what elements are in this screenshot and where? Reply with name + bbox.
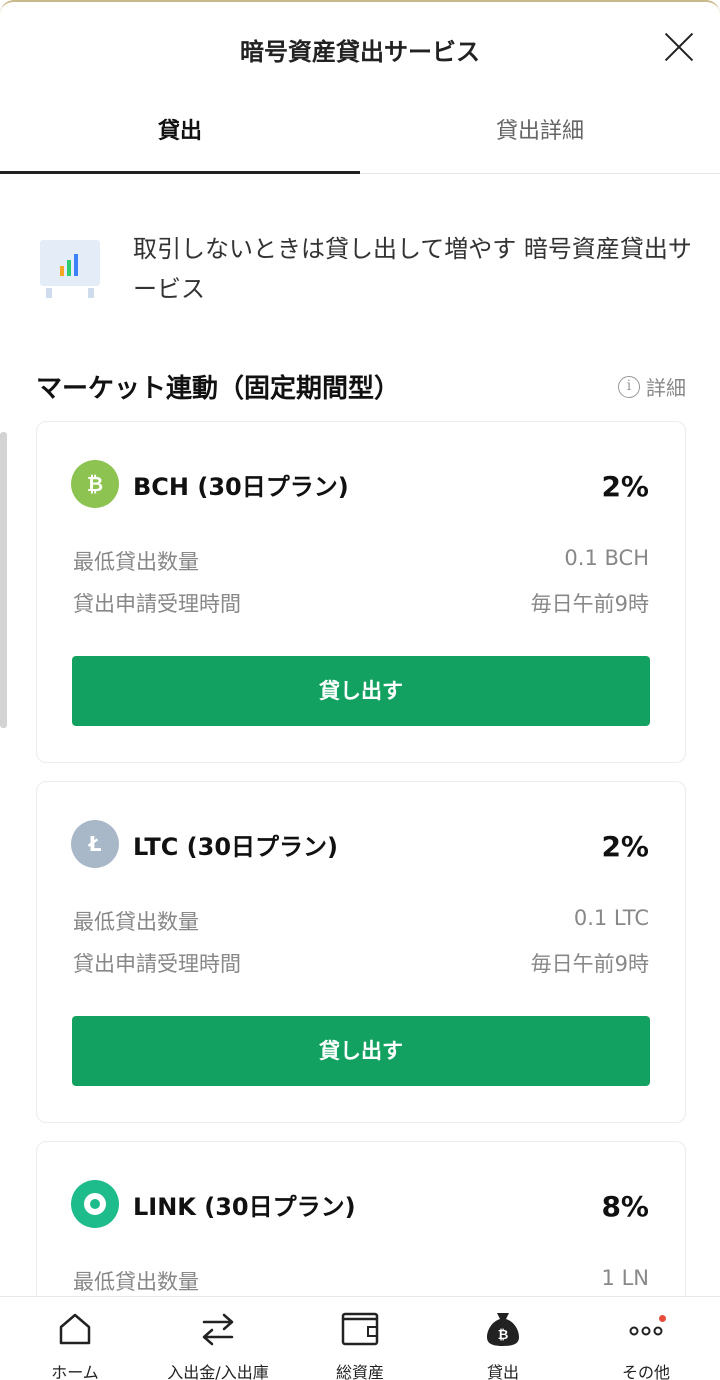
min-amount-label: 最低貸出数量	[73, 1270, 199, 1294]
lending-card-bch: ₿ BCH (30日プラン) 2% 最低貸出数量 0.1 BCH 貸出申請受理時…	[36, 421, 686, 763]
interest-rate: 2%	[601, 470, 649, 503]
plan-name: LTC (30日プラン)	[133, 832, 338, 861]
min-amount-value: 0.1 BCH	[564, 546, 649, 570]
detail-label: 詳細	[646, 376, 686, 400]
link-coin-icon	[71, 1180, 119, 1228]
wallet-icon	[288, 1305, 432, 1353]
min-amount-row: 最低貸出数量 1 LN	[73, 1266, 649, 1296]
page-title: 暗号資産貸出サービス	[240, 38, 480, 66]
accept-time-value: 毎日午前9時	[530, 952, 649, 976]
nav-label: 貸出	[486, 1363, 519, 1380]
min-amount-row: 最低貸出数量 0.1 LTC	[73, 906, 649, 936]
card-header: ₿ BCH (30日プラン)	[71, 460, 349, 508]
accept-time-label: 貸出申請受理時間	[73, 592, 241, 616]
svg-text:₿: ₿	[498, 1328, 509, 1343]
accept-time-value: 毎日午前9時	[530, 592, 649, 616]
nav-more[interactable]: その他	[574, 1305, 718, 1380]
coin-bag-icon: ₿	[431, 1305, 575, 1353]
accept-time-row: 貸出申請受理時間 毎日午前9時	[73, 588, 649, 618]
detail-link[interactable]: i 詳細	[618, 372, 686, 401]
min-amount-label: 最低貸出数量	[73, 910, 199, 934]
plan-name: BCH (30日プラン)	[133, 472, 349, 501]
min-amount-label: 最低貸出数量	[73, 550, 199, 574]
nav-label: その他	[621, 1363, 670, 1380]
nav-lending[interactable]: ₿ 貸出	[431, 1305, 575, 1380]
scrollbar[interactable]	[0, 432, 7, 728]
section-title: マーケット連動（固定期間型）	[36, 374, 401, 404]
card-header: LINK (30日プラン)	[71, 1180, 356, 1228]
promo-text: 取引しないときは貸し出して増やす 暗号資産貸出サービス	[133, 235, 692, 303]
card-header: Ł LTC (30日プラン)	[71, 820, 338, 868]
nav-label: 入出金/入出庫	[167, 1363, 269, 1380]
min-amount-value: 0.1 LTC	[573, 906, 649, 930]
nav-label: 総資産	[335, 1363, 384, 1380]
ring-icon	[84, 1193, 106, 1215]
interest-rate: 8%	[601, 1190, 649, 1223]
accept-time-label: 貸出申請受理時間	[73, 952, 241, 976]
plan-name: LINK (30日プラン)	[133, 1192, 356, 1221]
tab-lending[interactable]: 貸出	[0, 92, 360, 174]
lend-button[interactable]: 貸し出す	[72, 656, 650, 726]
notification-dot	[659, 1315, 666, 1322]
home-icon	[3, 1305, 147, 1353]
more-dots-icon	[574, 1305, 718, 1353]
bottom-nav: ホーム 入出金/入出庫 総資産 ₿ 貸出 その他	[0, 1296, 720, 1380]
accept-time-row: 貸出申請受理時間 毎日午前9時	[73, 948, 649, 978]
lending-card-ltc: Ł LTC (30日プラン) 2% 最低貸出数量 0.1 LTC 貸出申請受理時…	[36, 781, 686, 1123]
min-amount-value: 1 LN	[601, 1266, 649, 1290]
top-bar: 暗号資産貸出サービス	[0, 0, 720, 92]
ltc-coin-icon: Ł	[71, 820, 119, 868]
close-icon[interactable]	[662, 30, 696, 64]
nav-home[interactable]: ホーム	[3, 1305, 147, 1380]
transfer-arrows-icon	[146, 1305, 290, 1353]
min-amount-row: 最低貸出数量 0.1 BCH	[73, 546, 649, 576]
bch-coin-icon: ₿	[71, 460, 119, 508]
interest-rate: 2%	[601, 830, 649, 863]
tab-lending-details[interactable]: 貸出詳細	[360, 92, 720, 174]
tab-bar: 貸出 貸出詳細	[0, 92, 720, 174]
nav-transfer[interactable]: 入出金/入出庫	[146, 1305, 290, 1380]
lend-button[interactable]: 貸し出す	[72, 1016, 650, 1086]
bar-chart-board-icon	[38, 236, 102, 300]
info-icon: i	[618, 375, 640, 398]
nav-label: ホーム	[51, 1363, 99, 1380]
nav-total-assets[interactable]: 総資産	[288, 1305, 432, 1380]
